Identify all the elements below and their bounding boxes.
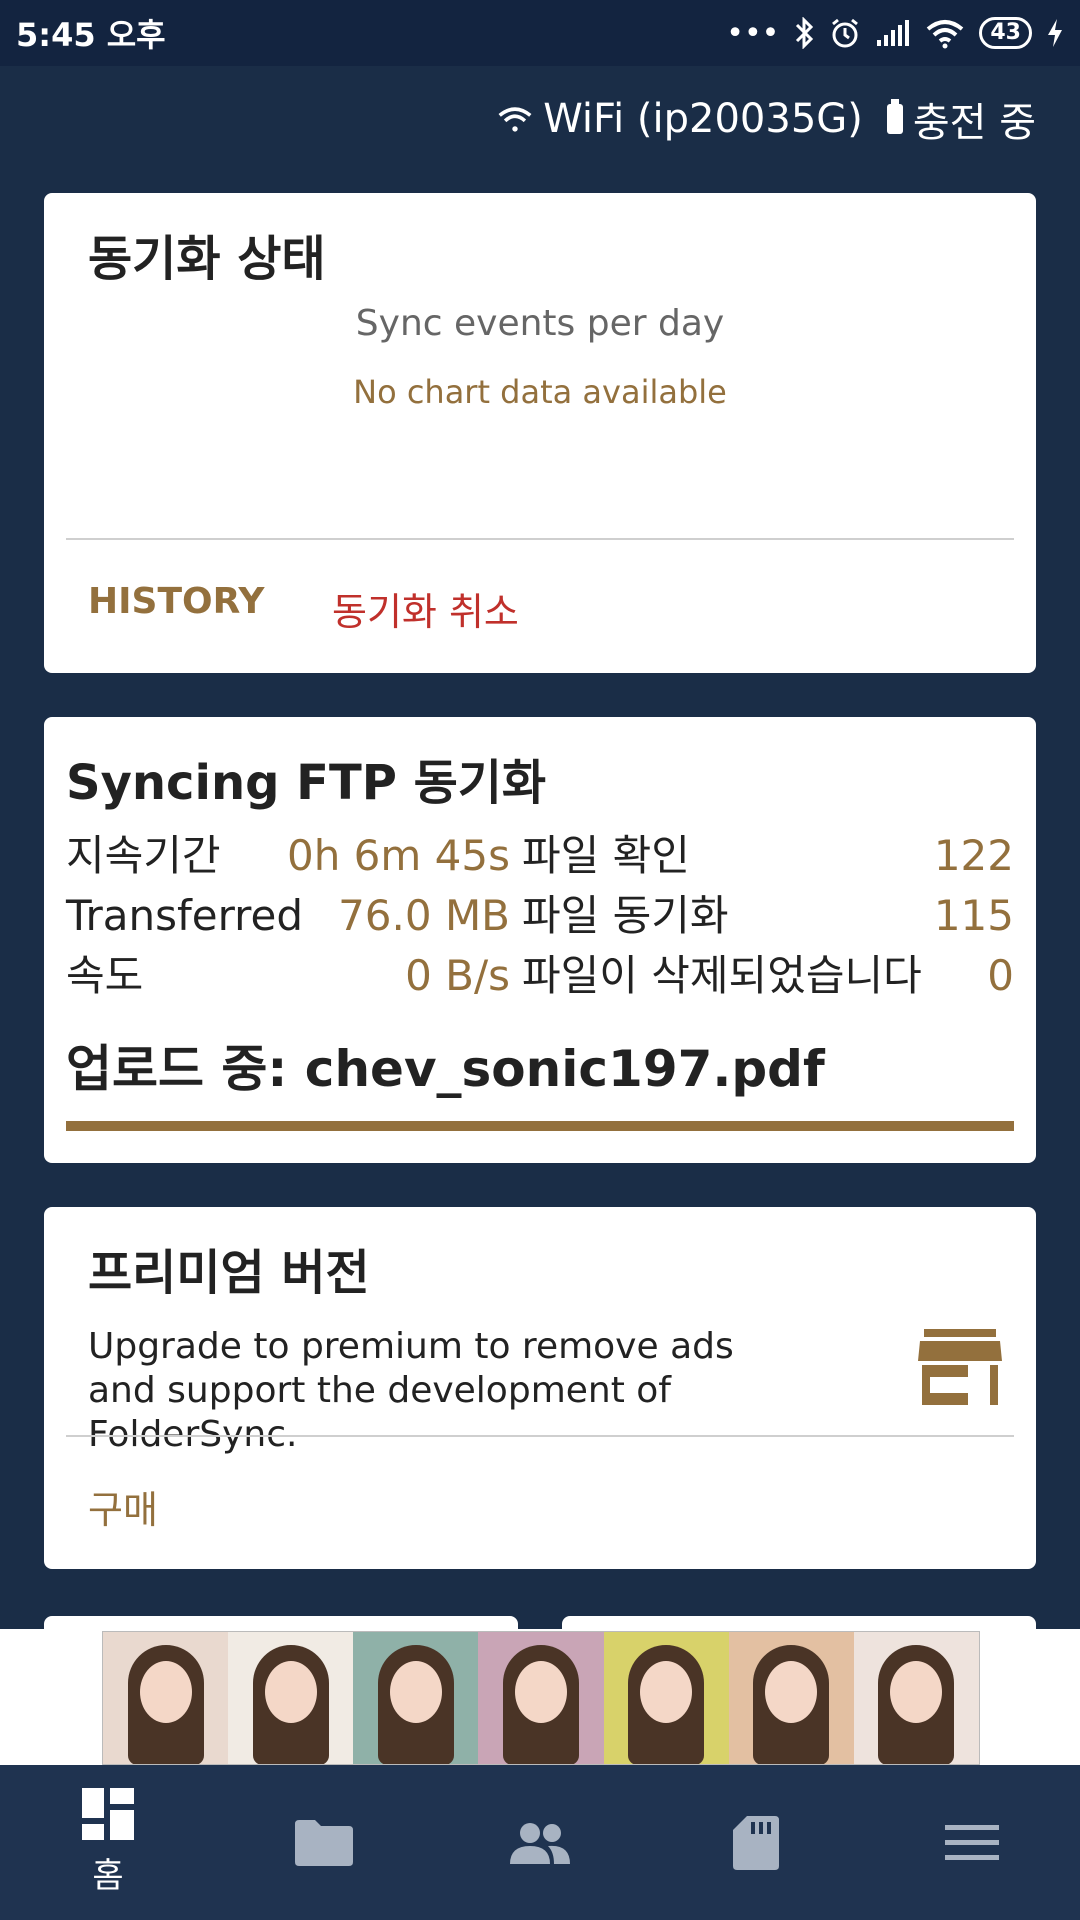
ad-image [728, 1632, 854, 1764]
sd-card-icon [733, 1815, 779, 1870]
nav-label: 홈 [92, 1856, 124, 1896]
syncing-card: Syncing FTP 동기화 지속기간 0h 6m 45s 파일 확인 122… [44, 717, 1036, 1163]
dashboard-icon [82, 1788, 134, 1840]
card-title: 프리미엄 버전 [88, 1245, 370, 1301]
wifi-label: WiFi (ip20035G) [543, 96, 863, 142]
stat-label: 지속기간 [66, 831, 221, 880]
stat-duration: 지속기간 0h 6m 45s [66, 829, 522, 883]
buy-button[interactable]: 구매 [88, 1479, 158, 1534]
stat-transferred: Transferred 76.0 MB [66, 889, 522, 943]
stat-label: 파일 동기화 [522, 891, 729, 940]
store-icon [918, 1329, 1002, 1405]
wifi-status: WiFi (ip20035G) [497, 96, 863, 142]
status-time: 5:45 오후 [16, 16, 166, 54]
card-title: Syncing FTP 동기화 [66, 755, 547, 811]
divider [66, 538, 1014, 540]
stat-label: Transferred [66, 891, 303, 940]
ad-banner[interactable] [102, 1631, 980, 1765]
sync-stats: 지속기간 0h 6m 45s 파일 확인 122 Transferred 76.… [66, 829, 1014, 1003]
charging-icon [1048, 19, 1062, 47]
charging-status: 충전 중 [886, 90, 1036, 148]
stat-files-synced: 파일 동기화 115 [522, 889, 1014, 943]
sync-progress-bar [66, 1121, 1014, 1131]
signal-icon [877, 20, 910, 46]
no-chart-data-message: No chart data available [353, 373, 727, 411]
stat-files-checked: 파일 확인 122 [522, 829, 1014, 883]
cancel-sync-button[interactable]: 동기화 취소 [332, 581, 519, 636]
stat-value: 76.0 MB [338, 891, 510, 940]
stat-value: 0 [987, 951, 1014, 1000]
bluetooth-icon [796, 17, 814, 49]
accounts-icon [510, 1822, 570, 1864]
nav-menu[interactable] [892, 1824, 1052, 1861]
ad-image [353, 1632, 479, 1764]
wifi-icon [498, 107, 532, 132]
folder-icon [295, 1819, 353, 1866]
bottom-navigation: 홈 [0, 1765, 1080, 1920]
stat-value: 122 [933, 831, 1014, 880]
nav-folders[interactable] [244, 1819, 404, 1866]
stat-value: 0h 6m 45s [286, 831, 510, 880]
ad-image [478, 1632, 604, 1764]
chart-title: Sync events per day [355, 303, 725, 344]
divider [66, 1435, 1014, 1437]
history-button[interactable]: HISTORY [88, 581, 264, 622]
connection-status: WiFi (ip20035G) 충전 중 [497, 90, 1036, 148]
nav-storage[interactable] [676, 1815, 836, 1870]
stat-label: 파일 확인 [522, 831, 690, 880]
status-bar: 5:45 오후 ••• 43 [0, 0, 1080, 66]
uploading-file: 업로드 중: chev_sonic197.pdf [66, 1040, 825, 1098]
sync-status-card: 동기화 상태 Sync events per day No chart data… [44, 193, 1036, 673]
ad-image [228, 1632, 354, 1764]
card-title: 동기화 상태 [88, 231, 326, 287]
progress-fill [66, 1121, 1014, 1131]
status-icons: ••• 43 [726, 16, 1064, 51]
stat-label: 속도 [66, 951, 144, 1000]
stat-files-deleted: 파일이 삭제되었습니다 0 [522, 949, 1014, 1003]
battery-icon: 43 [979, 17, 1032, 49]
wifi-icon [927, 20, 964, 49]
ad-image [603, 1632, 729, 1764]
menu-icon [945, 1824, 999, 1860]
nav-home[interactable]: 홈 [28, 1788, 188, 1897]
nav-accounts[interactable] [460, 1822, 620, 1864]
battery-icon [886, 99, 903, 134]
ad-image [103, 1632, 229, 1764]
more-dots-icon: ••• [726, 15, 780, 51]
stat-value: 0 B/s [405, 951, 510, 1000]
stat-speed: 속도 0 B/s [66, 949, 522, 1003]
stat-label: 파일이 삭제되었습니다 [522, 951, 922, 1000]
ad-image [853, 1632, 979, 1764]
stat-value: 115 [933, 891, 1014, 940]
charging-label: 충전 중 [912, 100, 1036, 146]
premium-card: 프리미엄 버전 Upgrade to premium to remove ads… [44, 1207, 1036, 1569]
premium-description: Upgrade to premium to remove ads and sup… [88, 1326, 734, 1455]
alarm-icon [832, 18, 859, 48]
